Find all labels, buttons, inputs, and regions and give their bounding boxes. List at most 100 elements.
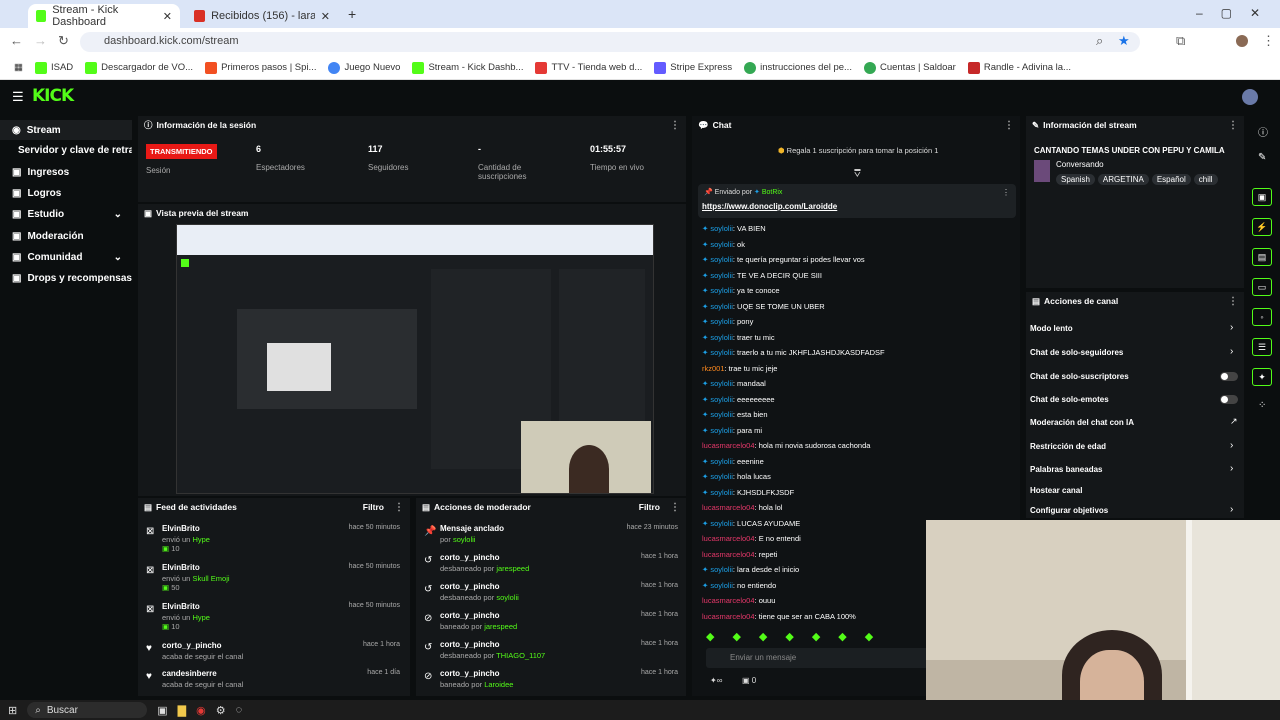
settings-gear-icon[interactable]: ⚙ [216, 704, 226, 717]
chat-username[interactable]: soylolii [710, 271, 733, 280]
pinned-link[interactable]: https://www.donoclip.com/Laroidde [702, 202, 837, 211]
gift-sub-banner[interactable]: ⬢ Regala 1 suscripción para tomar la pos… [778, 146, 938, 155]
chat-username[interactable]: soylolii [710, 488, 733, 497]
kick-logo[interactable]: KICK [32, 86, 74, 106]
kebab-icon[interactable]: ⋮ [394, 502, 404, 513]
chat-username[interactable]: soylolii [710, 519, 733, 528]
sidebar-item-moderacion[interactable]: ▣ Moderación [0, 226, 132, 246]
bookmark-item[interactable]: Randle - Adivina la... [967, 61, 1071, 74]
chat-username[interactable]: lucasmarcelo04 [702, 503, 755, 512]
address-bar[interactable]: dashboard.kick.com/stream [80, 32, 1140, 52]
kebab-icon[interactable]: ⋮ [670, 502, 680, 513]
bookmark-item[interactable]: Stream - Kick Dashb... [412, 61, 523, 74]
new-tab-button[interactable]: + [348, 6, 356, 22]
rail-widget-icon[interactable]: ▣ [1252, 188, 1272, 206]
chat-username[interactable]: soylolii [710, 457, 733, 466]
tag[interactable]: Español [1151, 174, 1191, 185]
back-icon[interactable]: ← [10, 33, 23, 48]
chevron-right-icon[interactable]: › [1230, 346, 1233, 357]
channel-action-emotes-only[interactable]: Chat de solo-emotes [1030, 395, 1109, 404]
windows-start-icon[interactable]: ⊞ [8, 704, 17, 717]
sidebar-item-ingresos[interactable]: ▣ Ingresos [0, 162, 132, 182]
extensions-icon[interactable]: ⧉ [1176, 33, 1185, 49]
kebab-icon[interactable]: ⋮ [1228, 120, 1238, 131]
edit-rail-icon[interactable]: ✎ [1258, 152, 1266, 163]
sidebar-item-logros[interactable]: ▣ Logros [0, 183, 132, 203]
channel-action-ai-moderation[interactable]: Moderación del chat con IA [1030, 418, 1134, 427]
rail-list-icon[interactable]: ☰ [1252, 338, 1272, 356]
sidebar-item-estudio[interactable]: ▣ Estudio ⌄ [0, 204, 132, 224]
chevron-right-icon[interactable]: › [1230, 504, 1233, 515]
close-icon[interactable]: ✕ [163, 10, 172, 23]
taskview-icon[interactable]: ▣ [157, 704, 167, 717]
emote-bar[interactable]: ◆◆◆◆◆◆◆ [706, 630, 891, 643]
bookmark-item[interactable]: Descargador de VO... [85, 61, 193, 74]
bookmark-item[interactable]: Juego Nuevo [328, 61, 400, 74]
rail-wrench-icon[interactable]: ✦ [1252, 368, 1272, 386]
chat-username[interactable]: soylolii [710, 317, 733, 326]
chat-username[interactable]: soylolii [710, 302, 733, 311]
kebab-icon[interactable]: ⋮ [1002, 188, 1010, 197]
filter-icon[interactable]: ⩢ [854, 168, 861, 181]
sidebar-item-stream[interactable]: ◉ Stream [0, 120, 132, 140]
chat-username[interactable]: soylolii [710, 224, 733, 233]
chat-username[interactable]: lucasmarcelo04 [702, 596, 755, 605]
kebab-icon[interactable]: ⋮ [670, 120, 680, 131]
window-controls[interactable]: –▢✕ [1196, 6, 1278, 20]
chat-username[interactable]: soylolii [710, 286, 733, 295]
rail-lightning-icon[interactable]: ⚡ [1252, 218, 1272, 236]
chat-username[interactable]: soylolii [710, 333, 733, 342]
chat-username[interactable]: soylolii [710, 255, 733, 264]
chat-username[interactable]: lucasmarcelo04 [702, 550, 755, 559]
chat-footer-points[interactable]: ✦∞ [710, 676, 722, 685]
tab-gmail[interactable]: Recibidos (156) - laradfajoo@ ✕ [186, 4, 338, 28]
tag[interactable]: ARGETINA [1097, 174, 1149, 185]
filter-button[interactable]: Filtro [639, 502, 660, 512]
channel-action-banned-words[interactable]: Palabras baneadas [1030, 465, 1102, 474]
info-rail-icon[interactable]: ⓘ [1258, 124, 1268, 139]
chevron-right-icon[interactable]: › [1230, 440, 1233, 451]
channel-action-slow-mode[interactable]: Modo lento [1030, 324, 1073, 333]
app-icon[interactable]: ◌ [236, 704, 243, 716]
chat-username[interactable]: soylolii [710, 565, 733, 574]
close-icon[interactable]: ✕ [321, 10, 330, 23]
sidebar-item-comunidad[interactable]: ▣ Comunidad ⌄ [0, 247, 132, 267]
subs-only-toggle[interactable] [1220, 372, 1238, 381]
chat-username[interactable]: soylolii [710, 426, 733, 435]
chrome-icon[interactable]: ◉ [196, 704, 206, 717]
bookmark-item[interactable]: ISAD [34, 61, 73, 74]
kebab-icon[interactable]: ⋮ [1004, 120, 1014, 131]
chat-username[interactable]: soylolii [710, 379, 733, 388]
profile-avatar[interactable] [1236, 35, 1248, 47]
menu-kebab-icon[interactable]: ⋮ [1262, 33, 1275, 49]
chat-username[interactable]: lucasmarcelo04 [702, 612, 755, 621]
reload-icon[interactable]: ↻ [58, 33, 69, 49]
chat-username[interactable]: soylolii [710, 240, 733, 249]
chat-username[interactable]: soylolii [710, 581, 733, 590]
bookmark-item[interactable]: instrucciones del pe... [744, 61, 852, 74]
bookmark-item[interactable]: Cuentas | Saldoar [863, 61, 956, 74]
emotes-only-toggle[interactable] [1220, 395, 1238, 404]
channel-action-subs-only[interactable]: Chat de solo-suscriptores [1030, 372, 1129, 381]
tab-kick-dashboard[interactable]: Stream - Kick Dashboard ✕ [28, 4, 180, 28]
external-link-icon[interactable]: ↗ [1230, 416, 1238, 427]
user-avatar[interactable] [1242, 89, 1258, 105]
hamburger-menu-icon[interactable]: ☰ [12, 89, 24, 105]
bookmark-item[interactable]: Stripe Express [654, 61, 732, 74]
bookmark-item[interactable]: Primeros pasos | Spi... [205, 61, 316, 74]
apps-icon[interactable]: ▦ [14, 62, 23, 73]
chat-username[interactable]: soylolii [710, 410, 733, 419]
tag[interactable]: Spanish [1056, 174, 1095, 185]
sidebar-item-server-key[interactable]: Servidor y clave de retransmisión [0, 140, 132, 160]
rail-more-icon[interactable]: ⁘ [1258, 400, 1266, 411]
channel-action-followers-only[interactable]: Chat de solo-seguidores [1030, 348, 1123, 357]
tag[interactable]: chill [1193, 174, 1218, 185]
zoom-icon[interactable]: ⌕ [1096, 33, 1103, 49]
chevron-right-icon[interactable]: › [1230, 322, 1233, 333]
rail-chat-icon[interactable]: ▭ [1252, 278, 1272, 296]
chat-username[interactable]: lucasmarcelo04 [702, 441, 755, 450]
chat-username[interactable]: soylolii [710, 348, 733, 357]
channel-action-host[interactable]: Hostear canal [1030, 486, 1082, 495]
chat-username[interactable]: rkz001 [702, 364, 725, 373]
chevron-right-icon[interactable]: › [1230, 463, 1233, 474]
